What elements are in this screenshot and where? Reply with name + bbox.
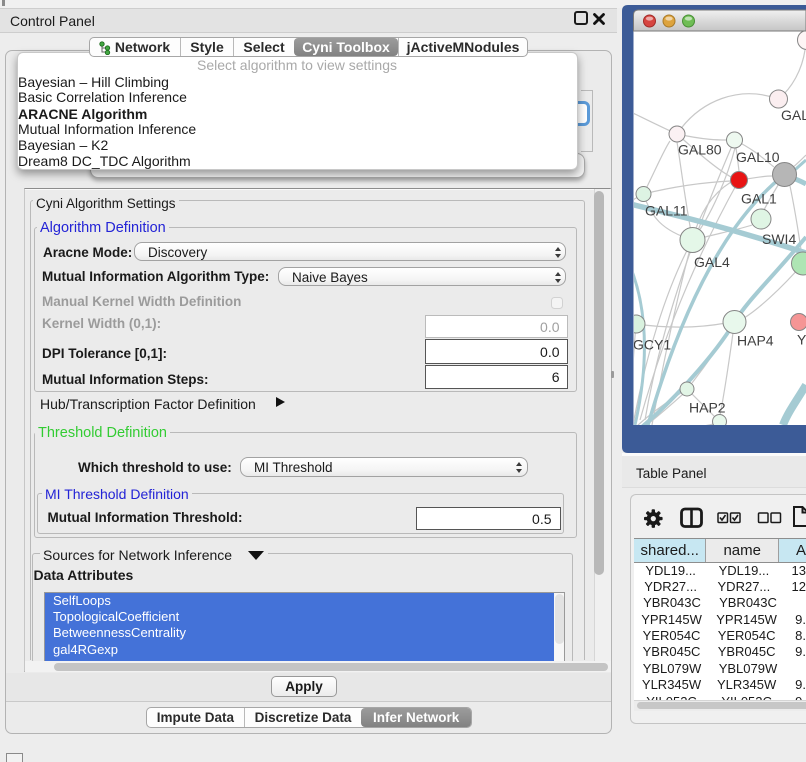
svg-text:HAP2: HAP2 — [689, 400, 726, 416]
svg-text:SWI4: SWI4 — [762, 231, 796, 247]
svg-text:GAL11: GAL11 — [645, 203, 688, 219]
svg-text:Y: Y — [797, 332, 806, 348]
svg-text:GAL1: GAL1 — [741, 191, 777, 207]
svg-text:GAL80: GAL80 — [678, 142, 722, 158]
svg-text:GAL4: GAL4 — [694, 254, 730, 270]
svg-text:GAL: GAL — [781, 107, 806, 123]
svg-text:GAL10: GAL10 — [736, 149, 780, 165]
svg-text:GCY1: GCY1 — [633, 337, 671, 353]
svg-text:HAP4: HAP4 — [737, 333, 774, 349]
